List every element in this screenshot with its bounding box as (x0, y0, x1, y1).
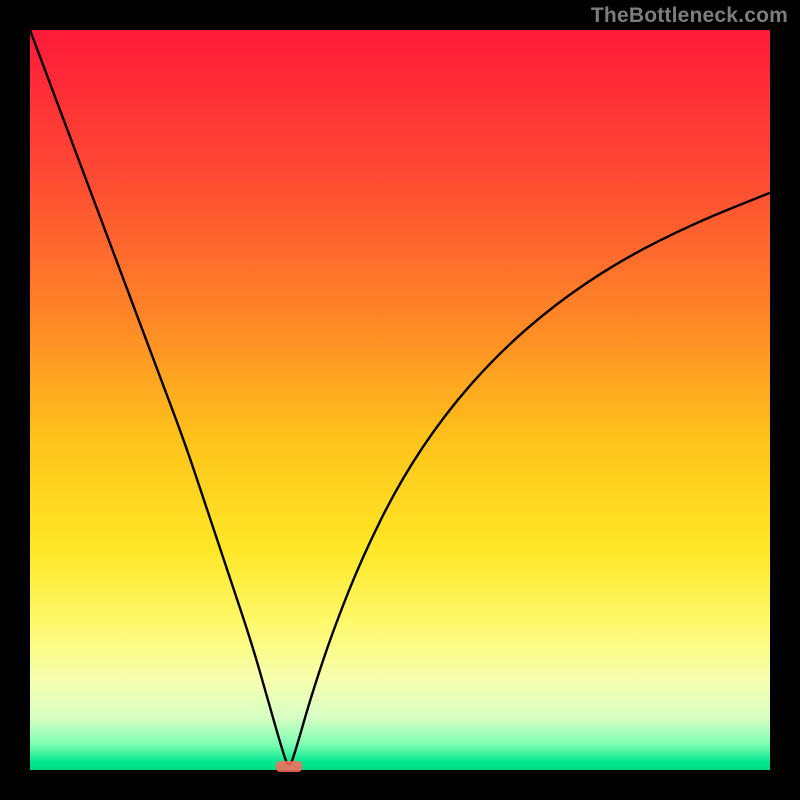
chart-frame: TheBottleneck.com (0, 0, 800, 800)
plot-background (30, 30, 770, 770)
watermark-label: TheBottleneck.com (591, 4, 788, 28)
bottleneck-chart (0, 0, 800, 800)
minimum-marker (276, 761, 302, 772)
